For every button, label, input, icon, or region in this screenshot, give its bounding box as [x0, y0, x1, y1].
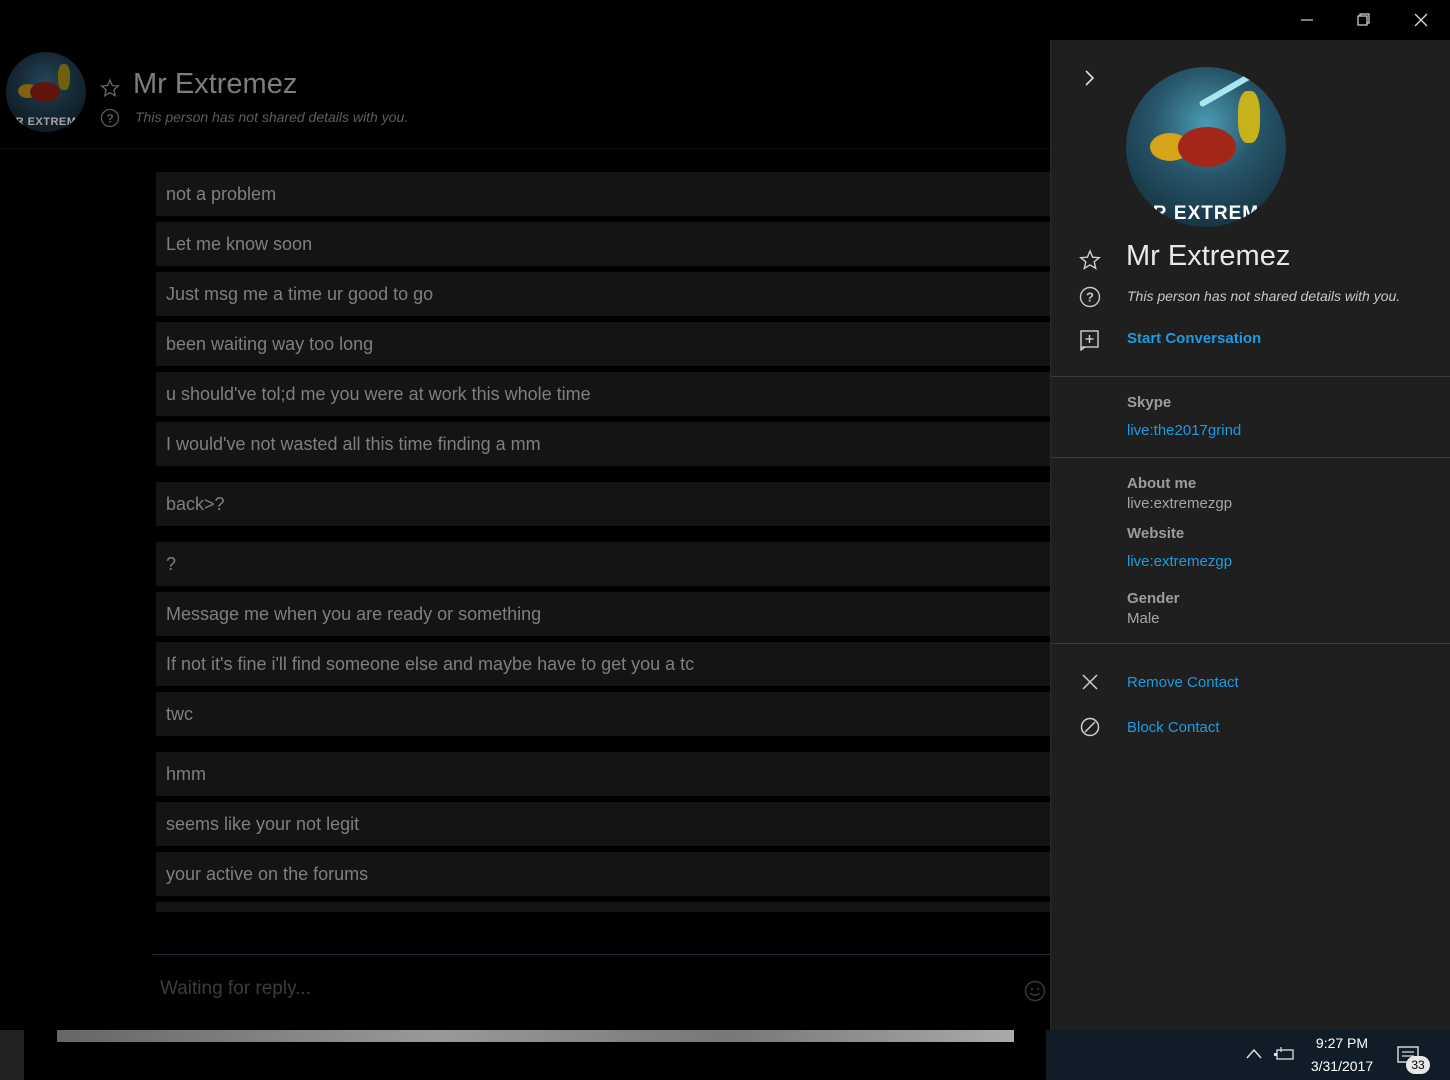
message-bubble[interactable]: Message me when you are ready or somethi…	[156, 592, 1050, 636]
message-text: hmm	[166, 764, 206, 784]
message-bubble[interactable]: seems like your not legit	[156, 802, 1050, 846]
clock-date[interactable]: 3/31/2017	[1300, 1058, 1384, 1074]
header-avatar-text: R EXTREM	[15, 116, 77, 128]
title-bar	[1050, 0, 1450, 40]
header-avatar[interactable]: R EXTREM	[6, 52, 86, 132]
message-text: Let me know soon	[166, 234, 313, 254]
gender-label: Gender	[1127, 590, 1180, 607]
message-bubble[interactable]: not a problem	[156, 172, 1050, 216]
message-text: seems like your not legit	[166, 814, 360, 834]
message-bubble[interactable]: been waiting way too long	[156, 322, 1050, 366]
block-contact-link[interactable]: Block Contact	[1127, 719, 1220, 736]
message-bubble[interactable]: back>?	[156, 482, 1050, 526]
message-text: not a problem	[166, 184, 277, 204]
message-text: twc	[166, 704, 193, 724]
chevron-up-icon[interactable]	[1245, 1045, 1263, 1063]
section-divider	[1051, 457, 1450, 458]
profile-status-text: This person has not shared details with …	[1127, 288, 1401, 304]
website-label: Website	[1127, 525, 1185, 542]
window-thumbnail[interactable]	[57, 1030, 1014, 1042]
skype-label: Skype	[1127, 394, 1172, 411]
svg-text:?: ?	[106, 112, 113, 126]
message-bubble-partial	[156, 902, 1050, 912]
message-text: your active on the forums	[166, 864, 369, 884]
notification-count-badge: 33	[1406, 1056, 1430, 1074]
message-text: Message me when you are ready or somethi…	[166, 604, 542, 624]
close-icon[interactable]	[1408, 8, 1434, 32]
message-bubble[interactable]: your active on the forums	[156, 852, 1050, 896]
chevron-right-icon[interactable]	[1079, 68, 1099, 88]
message-list[interactable]: not a problem Let me know soon Just msg …	[156, 150, 1050, 912]
profile-avatar: R EXTREM	[1126, 67, 1286, 227]
section-divider	[1051, 643, 1450, 644]
message-text: u should've tol;d me you were at work th…	[166, 384, 591, 404]
message-bubble[interactable]: Let me know soon	[156, 222, 1050, 266]
battery-icon[interactable]	[1273, 1044, 1297, 1064]
question-icon: ?	[100, 108, 120, 128]
start-conversation-link[interactable]: Start Conversation	[1127, 330, 1261, 347]
profile-contact-name: Mr Extremez	[1126, 240, 1291, 272]
block-icon[interactable]	[1079, 716, 1101, 738]
remove-icon[interactable]	[1079, 671, 1101, 693]
message-text: If not it's fine i'll find someone else …	[166, 654, 695, 674]
message-text: Just msg me a time ur good to go	[166, 284, 434, 304]
message-bubble[interactable]: ?	[156, 542, 1050, 586]
message-bubble[interactable]: u should've tol;d me you were at work th…	[156, 372, 1050, 416]
message-bubble[interactable]: If not it's fine i'll find someone else …	[156, 642, 1050, 686]
profile-avatar-text: R EXTREM	[1152, 203, 1260, 224]
new-conversation-icon[interactable]	[1079, 329, 1101, 351]
header-contact-name: Mr Extremez	[133, 68, 298, 100]
emoji-icon[interactable]	[1024, 980, 1046, 1002]
skype-id-link[interactable]: live:the2017grind	[1127, 422, 1241, 439]
section-divider	[1051, 376, 1450, 377]
message-bubble[interactable]: twc	[156, 692, 1050, 736]
clock-time[interactable]: 9:27 PM	[1300, 1035, 1384, 1051]
message-bubble[interactable]: hmm	[156, 752, 1050, 796]
message-bubble[interactable]: Just msg me a time ur good to go	[156, 272, 1050, 316]
restore-icon[interactable]	[1350, 8, 1376, 32]
header-status-text: This person has not shared details with …	[135, 109, 409, 125]
message-text: ?	[166, 554, 177, 574]
about-me-label: About me	[1127, 475, 1197, 492]
message-text: back>?	[166, 494, 225, 514]
taskbar-edge	[0, 1030, 24, 1080]
gender-value: Male	[1127, 610, 1160, 627]
minimize-icon[interactable]	[1294, 8, 1320, 32]
compose-input[interactable]: Waiting for reply...	[160, 978, 311, 1000]
message-text: been waiting way too long	[166, 334, 374, 354]
remove-contact-link[interactable]: Remove Contact	[1127, 674, 1239, 691]
svg-text:?: ?	[1086, 290, 1094, 305]
favorite-star-icon[interactable]	[1079, 249, 1101, 271]
website-link[interactable]: live:extremezgp	[1127, 553, 1232, 570]
favorite-star-icon[interactable]	[100, 78, 120, 98]
question-icon: ?	[1079, 286, 1101, 308]
message-bubble[interactable]: I would've not wasted all this time find…	[156, 422, 1050, 466]
message-text: I would've not wasted all this time find…	[166, 434, 541, 454]
about-me-value: live:extremezgp	[1127, 495, 1233, 512]
contact-profile-panel: R EXTREM Mr Extremez ? This person has n…	[1050, 40, 1450, 1030]
compose-divider	[152, 954, 1050, 955]
